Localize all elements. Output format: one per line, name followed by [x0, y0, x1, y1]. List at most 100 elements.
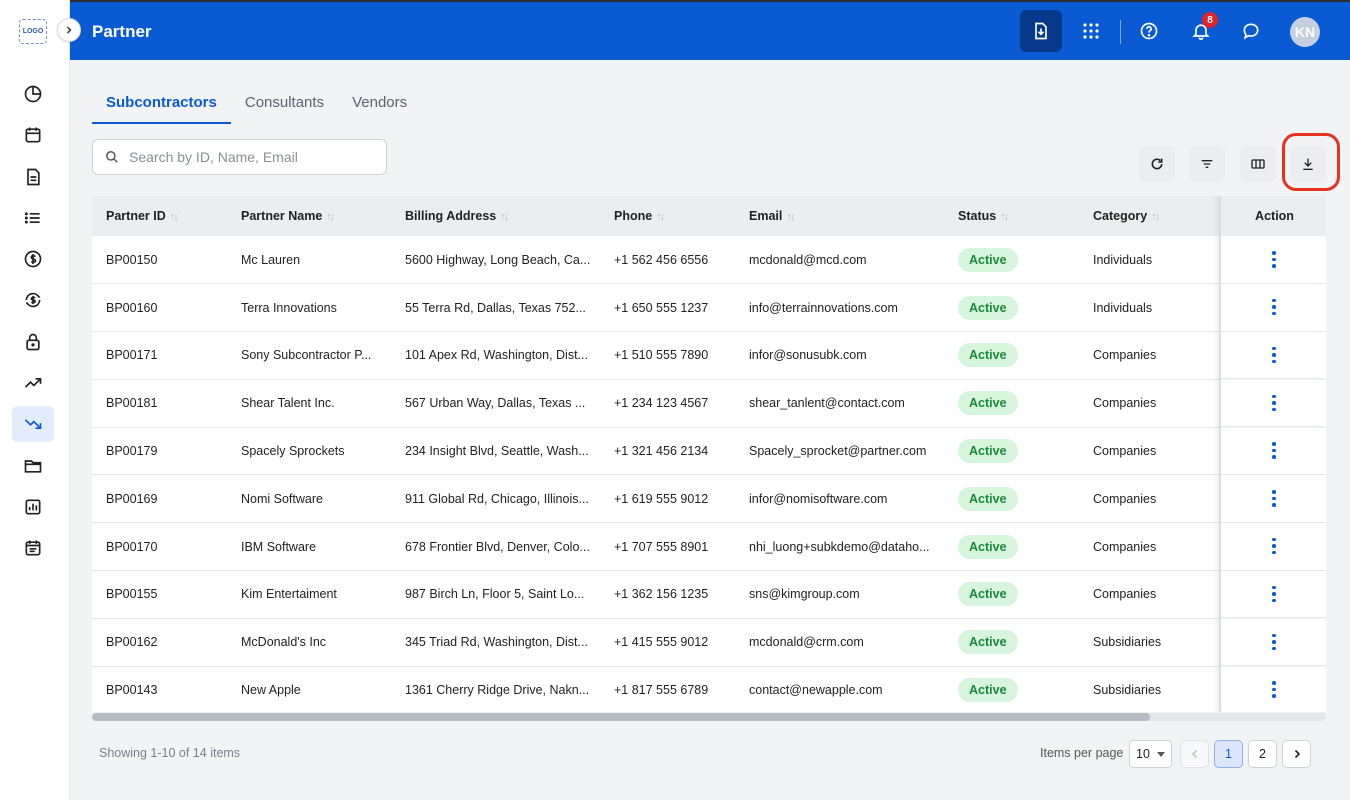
partner-name-cell: Shear Talent Inc.: [227, 379, 391, 428]
action-cell: [1221, 331, 1326, 380]
table-row[interactable]: BP00155 Kim Entertaiment 987 Birch Ln, Flo…: [92, 570, 1326, 619]
more-actions-icon[interactable]: [1269, 584, 1279, 604]
column-header-phone[interactable]: Phone ↑↓: [600, 196, 735, 236]
chevron-right-icon: [66, 26, 72, 34]
sidebar-item-calendar[interactable]: [12, 117, 54, 153]
sort-icon[interactable]: ↑↓: [500, 211, 509, 223]
sidebar-nav: [12, 76, 56, 572]
sidebar-item-schedule[interactable]: [12, 530, 54, 566]
horizontal-scrollbar[interactable]: [92, 713, 1326, 721]
sort-icon[interactable]: ↑↓: [786, 211, 795, 223]
sidebar-expand-button[interactable]: [57, 18, 81, 42]
download-highlight-ring: [1282, 133, 1340, 191]
user-avatar[interactable]: KN: [1290, 17, 1320, 47]
filter-button[interactable]: [1189, 146, 1225, 182]
status-badge: Active: [958, 247, 1018, 272]
column-header-billing-address[interactable]: Billing Address ↑↓: [391, 196, 600, 236]
column-header-email[interactable]: Email ↑↓: [735, 196, 944, 236]
table-row[interactable]: BP00143 New Apple 1361 Cherry Ridge Drive,…: [92, 666, 1326, 712]
more-actions-icon[interactable]: [1269, 393, 1279, 413]
billing-address-cell: 911 Global Rd, Chicago, Illinois...: [391, 474, 600, 524]
sidebar-item-revenue[interactable]: [12, 365, 54, 401]
more-actions-icon[interactable]: [1269, 297, 1279, 317]
sidebar-item-security[interactable]: [12, 324, 54, 360]
table-row[interactable]: BP00171 Sony Subcontractor P... 101 Apex R…: [92, 331, 1326, 380]
partner-id-cell: BP00162: [92, 618, 227, 667]
apps-button[interactable]: [1070, 10, 1112, 52]
chevron-right-icon: [1294, 749, 1300, 759]
sort-icon[interactable]: ↑↓: [326, 211, 335, 223]
scrollbar-thumb[interactable]: [92, 713, 1150, 721]
partner-id-cell: BP00150: [92, 236, 227, 285]
more-actions-icon[interactable]: [1269, 345, 1279, 365]
more-actions-icon[interactable]: [1269, 441, 1279, 461]
sidebar-item-reports[interactable]: [12, 489, 54, 525]
trending-down-icon: [24, 419, 42, 430]
action-cell: [1221, 427, 1326, 475]
next-page-button[interactable]: [1282, 740, 1311, 768]
sidebar-item-files[interactable]: [12, 448, 54, 484]
items-per-page-select[interactable]: 10: [1129, 740, 1172, 768]
status-badge: Active: [958, 391, 1018, 416]
sidebar-item-partners[interactable]: [12, 406, 54, 443]
partner-name-cell: Mc Lauren: [227, 236, 391, 285]
sidebar-item-documents[interactable]: [12, 159, 54, 195]
column-header-partner-id[interactable]: Partner ID ↑↓: [92, 196, 227, 236]
sort-icon[interactable]: ↑↓: [656, 211, 665, 223]
search-input[interactable]: [129, 149, 369, 165]
column-header-category[interactable]: Category ↑↓: [1079, 196, 1219, 236]
action-cell: [1221, 618, 1326, 667]
more-actions-icon[interactable]: [1269, 488, 1279, 508]
sidebar: LOGO: [0, 0, 70, 800]
phone-cell: +1 510 555 7890: [600, 331, 735, 380]
sort-icon[interactable]: ↑↓: [1000, 211, 1009, 223]
partner-id-cell: BP00155: [92, 570, 227, 619]
table-row[interactable]: BP00170 IBM Software 678 Frontier Blvd, De…: [92, 522, 1326, 572]
table-row[interactable]: BP00181 Shear Talent Inc. 567 Urban Way, D…: [92, 379, 1326, 428]
phone-cell: +1 707 555 8901: [600, 522, 735, 572]
tab-subcontractors[interactable]: Subcontractors: [92, 86, 231, 124]
more-actions-icon[interactable]: [1269, 680, 1279, 700]
page-1-button[interactable]: 1: [1214, 740, 1243, 768]
notifications-button[interactable]: 8: [1180, 10, 1222, 52]
column-header-status[interactable]: Status ↑↓: [944, 196, 1079, 236]
table-row[interactable]: BP00160 Terra Innovations 55 Terra Rd, Dal…: [92, 283, 1326, 333]
action-cell: [1221, 379, 1326, 428]
table-row[interactable]: BP00162 McDonald's Inc 345 Triad Rd, Washi…: [92, 618, 1326, 667]
status-cell: Active: [944, 618, 1079, 667]
partner-id-cell: BP00169: [92, 474, 227, 524]
column-header-partner-name[interactable]: Partner Name ↑↓: [227, 196, 391, 236]
sidebar-item-list[interactable]: [12, 200, 54, 236]
more-actions-icon[interactable]: [1269, 536, 1279, 556]
action-cell: [1221, 570, 1326, 619]
billing-address-cell: 1361 Cherry Ridge Drive, Nakn...: [391, 666, 600, 712]
app-logo[interactable]: LOGO: [19, 19, 47, 44]
pagination-summary: Showing 1-10 of 14 items: [99, 746, 241, 760]
tab-vendors[interactable]: Vendors: [338, 86, 421, 124]
sidebar-item-dashboard[interactable]: [12, 76, 54, 112]
partner-tabs: Subcontractors Consultants Vendors: [92, 86, 421, 124]
page-title: Partner: [92, 22, 152, 41]
more-actions-icon[interactable]: [1269, 249, 1279, 269]
action-cell: [1221, 236, 1326, 284]
columns-button[interactable]: [1240, 146, 1276, 182]
status-badge: Active: [958, 534, 1018, 559]
phone-cell: +1 234 123 4567: [600, 379, 735, 428]
prev-page-button[interactable]: [1180, 740, 1209, 768]
chat-button[interactable]: [1230, 10, 1272, 52]
sidebar-item-billing[interactable]: [12, 241, 54, 277]
sort-icon[interactable]: ↑↓: [170, 211, 179, 223]
sort-icon[interactable]: ↑↓: [1151, 211, 1160, 223]
sidebar-item-payments[interactable]: [12, 282, 54, 318]
refresh-button[interactable]: [1139, 146, 1175, 182]
tab-consultants[interactable]: Consultants: [231, 86, 338, 124]
import-button[interactable]: [1020, 10, 1062, 52]
help-button[interactable]: [1128, 10, 1170, 52]
table-row[interactable]: BP00169 Nomi Software 911 Global Rd, Chica…: [92, 474, 1326, 524]
more-actions-icon[interactable]: [1269, 632, 1279, 652]
partner-id-cell: BP00171: [92, 331, 227, 380]
table-row[interactable]: BP00150 Mc Lauren 5600 Highway, Long Beach…: [92, 236, 1326, 285]
table-row[interactable]: BP00179 Spacely Sprockets 234 Insight Blvd…: [92, 427, 1326, 476]
billing-address-cell: 345 Triad Rd, Washington, Dist...: [391, 618, 600, 667]
page-2-button[interactable]: 2: [1248, 740, 1277, 768]
